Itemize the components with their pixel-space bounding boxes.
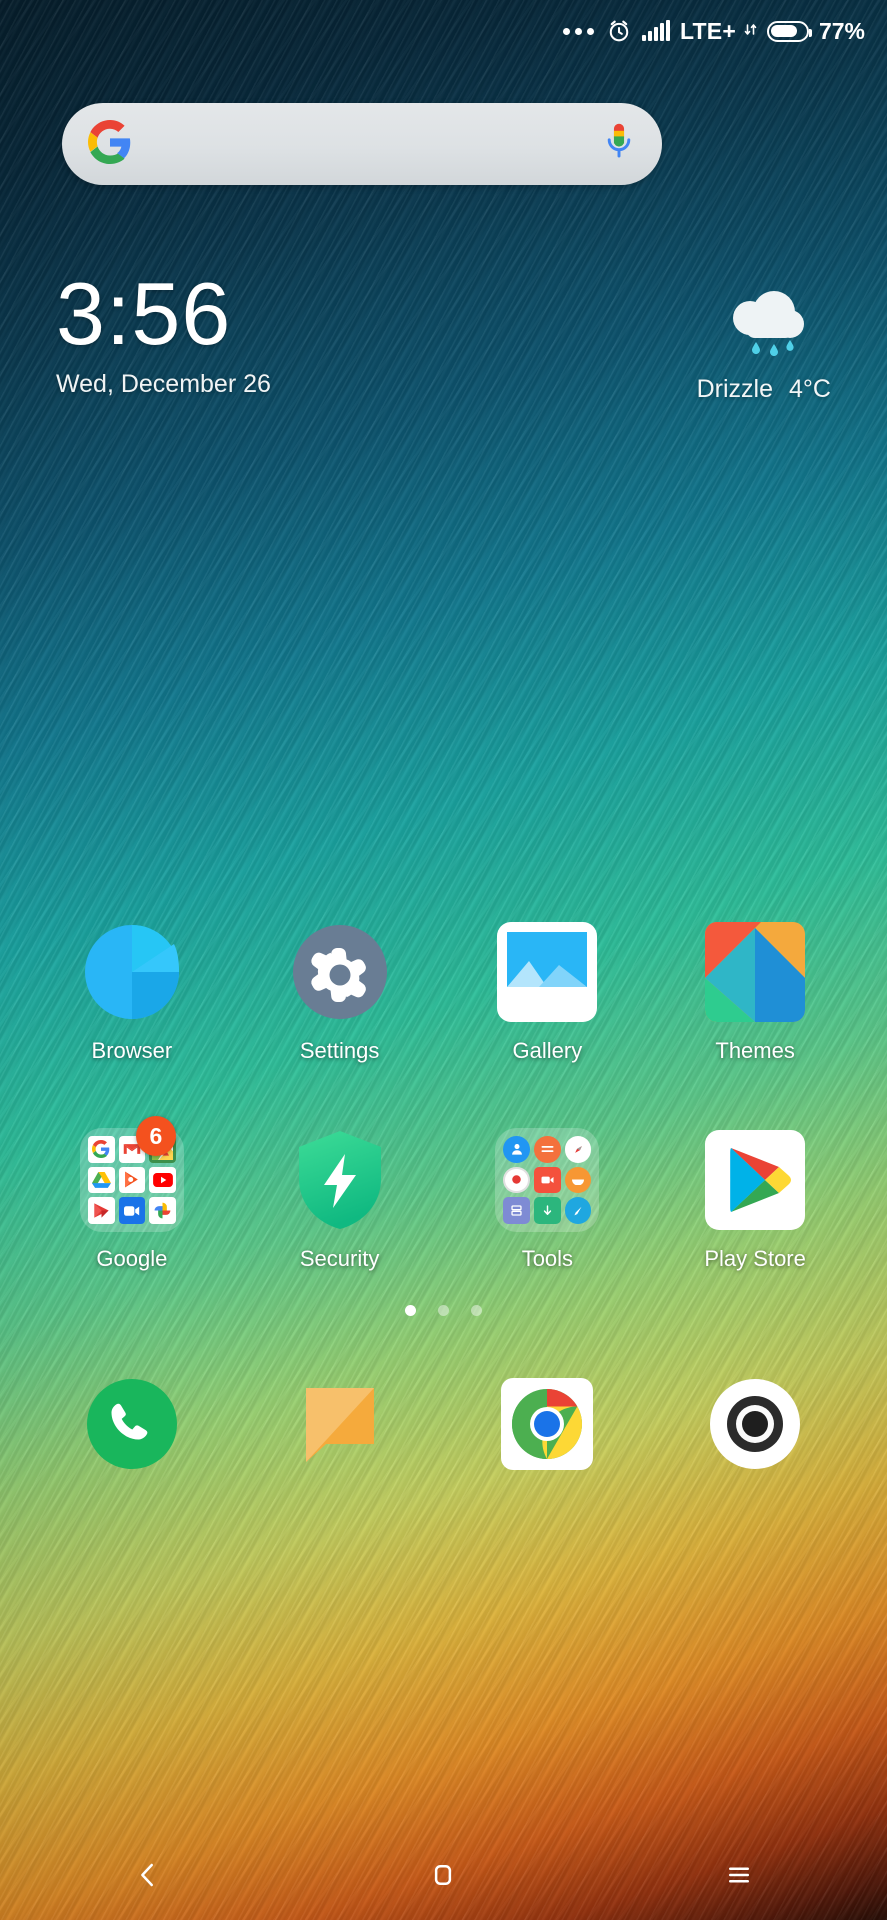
- app-label: Settings: [299, 1038, 380, 1063]
- alarm-clock-icon: [606, 18, 632, 44]
- app-row-2: 6 Google Security Tools Play Store: [0, 1116, 887, 1272]
- gallery-icon: [495, 920, 599, 1024]
- folder-app-recorder: [503, 1166, 531, 1194]
- app-label: Browser: [91, 1038, 173, 1063]
- cellular-signal-icon: [641, 20, 670, 41]
- data-transfer-arrows-icon: [744, 20, 757, 42]
- dock-app-messaging[interactable]: [255, 1376, 425, 1472]
- app-label: Themes: [715, 1038, 795, 1063]
- page-dot-3[interactable]: [471, 1305, 482, 1316]
- page-dot-1[interactable]: [405, 1305, 416, 1316]
- app-play-store[interactable]: Play Store: [670, 1128, 840, 1272]
- folder-app-video: [534, 1166, 561, 1194]
- folder-tools[interactable]: Tools: [462, 1128, 632, 1272]
- app-security[interactable]: Security: [255, 1128, 425, 1272]
- google-g-logo: [88, 119, 132, 169]
- phone-icon: [84, 1376, 180, 1472]
- settings-gear-icon: [288, 920, 392, 1024]
- weather-temperature-label: 4°C: [789, 375, 831, 403]
- security-shield-icon: [288, 1128, 392, 1232]
- dock-app-chrome[interactable]: [462, 1376, 632, 1472]
- google-folder-icon: 6: [79, 1116, 184, 1232]
- messaging-icon: [292, 1376, 388, 1472]
- chrome-icon: [499, 1376, 595, 1472]
- camera-icon: [707, 1376, 803, 1472]
- app-browser[interactable]: Browser: [47, 920, 217, 1064]
- back-chevron-icon[interactable]: [88, 1830, 208, 1920]
- app-label: Security: [299, 1246, 380, 1271]
- notification-badge: 6: [135, 1116, 176, 1156]
- folder-app-downloads: [534, 1197, 561, 1224]
- folder-app-scanner: [503, 1197, 531, 1224]
- status-bar: LTE+ 77%: [0, 0, 887, 62]
- page-dot-2[interactable]: [438, 1305, 449, 1316]
- app-label: Play Store: [704, 1246, 806, 1271]
- clock-weather-widget[interactable]: 3:56 Wed, December 26 Drizzle 4°C: [0, 270, 887, 403]
- page-indicator[interactable]: [0, 1305, 887, 1316]
- weather-condition-label: Drizzle: [696, 375, 774, 403]
- folder-app-calculator: [534, 1136, 561, 1163]
- weather-widget[interactable]: Drizzle 4°C: [697, 284, 831, 404]
- folder-app-contacts: [503, 1136, 531, 1163]
- battery-icon: [766, 20, 812, 42]
- folder-app-weather: [564, 1166, 592, 1194]
- microphone-icon[interactable]: [602, 121, 636, 168]
- folder-app-duo: [118, 1197, 146, 1224]
- home-square-icon[interactable]: [383, 1830, 503, 1920]
- app-gallery[interactable]: Gallery: [462, 920, 632, 1064]
- folder-app-play-music: [118, 1166, 146, 1194]
- dock-app-camera[interactable]: [670, 1376, 840, 1472]
- dock: [0, 1376, 887, 1472]
- folder-app-play-movies: [87, 1197, 115, 1224]
- folder-app-drive: [87, 1166, 115, 1194]
- app-label: Tools: [521, 1246, 574, 1271]
- google-search-bar[interactable]: [62, 103, 662, 185]
- folder-app-google-search: [87, 1136, 115, 1163]
- folder-google[interactable]: 6 Google: [47, 1116, 217, 1272]
- navigation-bar: [0, 1830, 887, 1920]
- themes-icon: [703, 920, 807, 1024]
- folder-app-compass: [564, 1136, 592, 1163]
- weather-summary: Drizzle 4°C: [697, 375, 831, 404]
- notification-dots-icon: [562, 27, 594, 35]
- app-label: Gallery: [512, 1038, 583, 1063]
- battery-percent-label: 77%: [818, 17, 865, 44]
- browser-icon: [80, 920, 184, 1024]
- app-row-1: Browser Settings Gallery Themes: [0, 920, 887, 1064]
- app-label: Google: [96, 1246, 168, 1271]
- network-type-label: LTE+: [679, 17, 736, 44]
- rain-cloud-icon: [716, 284, 812, 367]
- menu-hamburger-icon[interactable]: [679, 1830, 799, 1920]
- app-settings[interactable]: Settings: [255, 920, 425, 1064]
- folder-app-youtube: [149, 1166, 176, 1194]
- folder-app-notes: [564, 1197, 592, 1224]
- dock-app-phone[interactable]: [47, 1376, 217, 1472]
- folder-app-photos: [149, 1197, 176, 1224]
- tools-folder-icon: [495, 1128, 600, 1232]
- app-themes[interactable]: Themes: [670, 920, 840, 1064]
- play-store-icon: [703, 1128, 807, 1232]
